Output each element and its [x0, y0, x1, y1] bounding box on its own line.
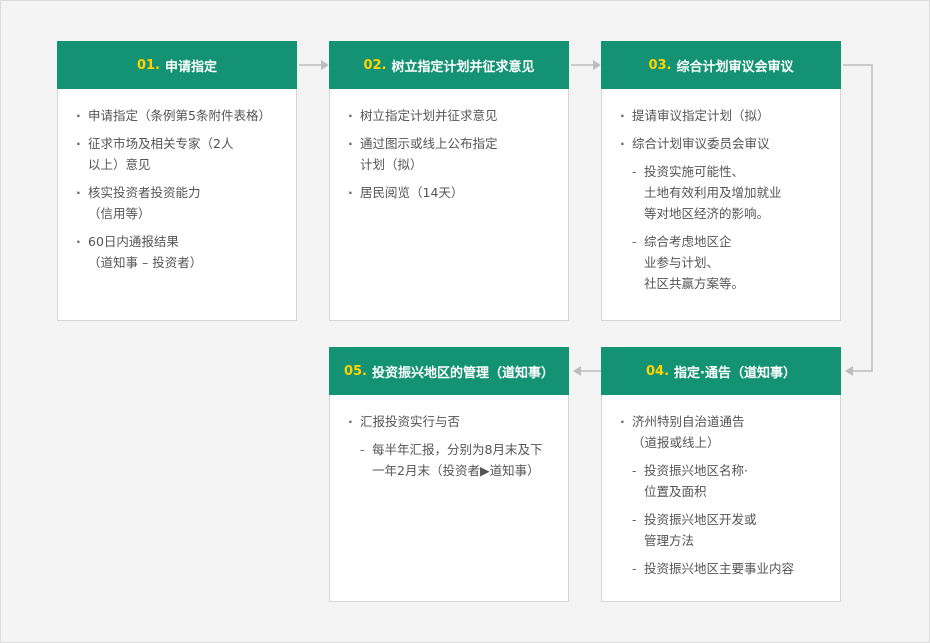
step-04-card: 04. 指定·通告（道知事） 济州特别自治道通告 （道报或线上） 投资振兴地区名…	[601, 347, 841, 602]
step-05-header: 05. 投资振兴地区的管理（道知事）	[329, 347, 569, 395]
step-02-item: 树立指定计划并征求意见	[348, 105, 558, 126]
step-01-item: 核实投资者投资能力 （信用等）	[76, 182, 286, 224]
step-03-subitem: 投资实施可能性、 土地有效利用及增加就业 等对地区经济的影响。	[620, 161, 830, 224]
step-05-body: 汇报投资实行与否 每半年汇报，分别为8月末及下 一年2月末（投资者▶道知事）	[330, 395, 568, 498]
step-02-body: 树立指定计划并征求意见 通过图示或线上公布指定 计划（拟） 居民阅览（14天）	[330, 89, 568, 220]
step-02-number: 02.	[363, 57, 387, 73]
step-02-title: 树立指定计划并征求意见	[391, 59, 535, 75]
step-04-item: 济州特别自治道通告 （道报或线上）	[620, 411, 830, 453]
step-01-header: 01. 申请指定	[57, 41, 297, 89]
step-04-subitem: 投资振兴地区名称· 位置及面积	[620, 460, 830, 502]
step-04-body: 济州特别自治道通告 （道报或线上） 投资振兴地区名称· 位置及面积 投资振兴地区…	[602, 395, 840, 596]
step-01-item: 申请指定（条例第5条附件表格）	[76, 105, 286, 126]
step-01-item: 征求市场及相关专家（2人 以上）意见	[76, 133, 286, 175]
step-04-header: 04. 指定·通告（道知事）	[601, 347, 841, 395]
step-04-subitem: 投资振兴地区主要事业内容	[620, 558, 830, 579]
arrowhead-02-03	[593, 60, 601, 70]
arrow-03-04	[843, 64, 873, 372]
step-01-title: 申请指定	[165, 59, 218, 75]
step-05-number: 05.	[343, 363, 367, 379]
step-05-item: 汇报投资实行与否	[348, 411, 558, 432]
step-02-item: 通过图示或线上公布指定 计划（拟）	[348, 133, 558, 175]
step-04-title: 指定·通告（道知事）	[674, 365, 796, 381]
step-03-number: 03.	[648, 57, 672, 73]
step-03-item: 提请审议指定计划（拟）	[620, 105, 830, 126]
step-03-card: 03. 综合计划审议会审议 提请审议指定计划（拟） 综合计划审议委员会审议 投资…	[601, 41, 841, 321]
step-01-card: 01. 申请指定 申请指定（条例第5条附件表格） 征求市场及相关专家（2人 以上…	[57, 41, 297, 321]
step-03-body: 提请审议指定计划（拟） 综合计划审议委员会审议 投资实施可能性、 土地有效利用及…	[602, 89, 840, 311]
step-02-header: 02. 树立指定计划并征求意见	[329, 41, 569, 89]
arrowhead-01-02	[321, 60, 329, 70]
step-04-number: 04.	[646, 363, 670, 379]
step-05-card: 05. 投资振兴地区的管理（道知事） 汇报投资实行与否 每半年汇报，分别为8月末…	[329, 347, 569, 602]
step-01-body: 申请指定（条例第5条附件表格） 征求市场及相关专家（2人 以上）意见 核实投资者…	[58, 89, 296, 290]
step-04-subitem: 投资振兴地区开发或 管理方法	[620, 509, 830, 551]
step-03-title: 综合计划审议会审议	[676, 59, 794, 75]
step-02-card: 02. 树立指定计划并征求意见 树立指定计划并征求意见 通过图示或线上公布指定 …	[329, 41, 569, 321]
step-03-header: 03. 综合计划审议会审议	[601, 41, 841, 89]
step-03-subitem: 综合考虑地区企 业参与计划、 社区共赢方案等。	[620, 231, 830, 294]
step-02-item: 居民阅览（14天）	[348, 182, 558, 203]
step-01-item: 60日内通报结果 （道知事 – 投资者）	[76, 231, 286, 273]
arrowhead-03-04	[845, 366, 853, 376]
step-05-subitem: 每半年汇报，分别为8月末及下 一年2月末（投资者▶道知事）	[348, 439, 558, 481]
step-03-item: 综合计划审议委员会审议	[620, 133, 830, 154]
step-05-title: 投资振兴地区的管理（道知事）	[372, 365, 555, 381]
arrowhead-04-05	[573, 366, 581, 376]
step-01-number: 01.	[136, 57, 160, 73]
